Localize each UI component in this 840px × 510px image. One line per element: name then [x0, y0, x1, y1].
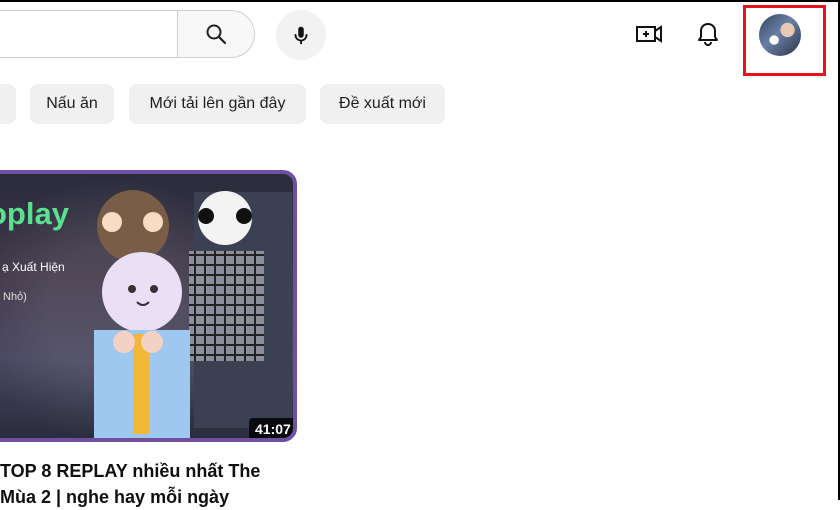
video-thumbnail[interactable]: oplay ạ Xuất Hiện Nhỏ) 41:07 [0, 170, 297, 442]
video-title-line1: TOP 8 REPLAY nhiều nhất The [0, 461, 261, 481]
search-icon [206, 24, 227, 45]
video-duration: 41:07 [249, 418, 293, 438]
notifications-button[interactable] [686, 12, 730, 56]
chip-partial[interactable] [0, 84, 16, 124]
top-border [0, 0, 840, 2]
video-title-line2: Mùa 2 | nghe hay mỗi ngày [0, 487, 230, 507]
thumbnail-title: oplay [0, 196, 69, 231]
voice-search-button[interactable] [276, 10, 326, 60]
video-title[interactable]: TOP 8 REPLAY nhiều nhất The Mùa 2 | nghe… [0, 458, 292, 510]
avatar[interactable] [759, 14, 801, 56]
bell-icon [698, 23, 718, 47]
chip-nau-an[interactable]: Nấu ăn [30, 84, 114, 124]
chip-moi-tai-len[interactable]: Mới tải lên gần đây [129, 84, 306, 124]
chip-de-xuat-moi[interactable]: Đề xuất mới [320, 84, 445, 124]
thumbnail-caption: Nhỏ) [3, 291, 27, 303]
chip-label: Nấu ăn [46, 95, 98, 112]
search-button[interactable] [177, 10, 255, 58]
chip-label: Đề xuất mới [339, 95, 426, 112]
create-video-icon [636, 25, 662, 43]
mic-icon [294, 26, 308, 45]
thumbnail-subtitle: ạ Xuất Hiện [2, 260, 65, 274]
create-button[interactable] [627, 12, 671, 56]
chip-label: Mới tải lên gần đây [149, 95, 286, 112]
search-input[interactable] [0, 10, 178, 58]
